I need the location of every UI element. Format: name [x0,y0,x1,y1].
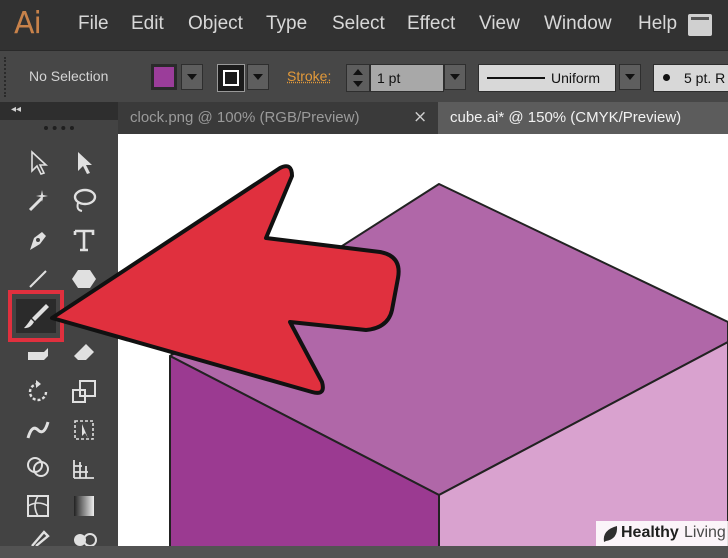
artboard-canvas[interactable] [118,134,728,546]
paintbrush-tool[interactable] [16,299,56,333]
stroke-profile-dropdown[interactable] [619,64,641,90]
chevron-down-icon [253,74,263,80]
eyedropper-tool[interactable] [22,526,54,558]
blend-icon [74,533,97,547]
shape-builder-tool[interactable] [22,452,54,484]
blend-tool[interactable] [68,526,100,558]
rotate-tool[interactable] [22,376,54,408]
menu-view[interactable]: View [479,13,520,35]
eraser-icon [74,344,94,360]
pen-nib-icon [30,232,46,250]
brush-definition-field[interactable]: 5 pt. R [653,64,728,92]
brush-definition-label: 5 pt. R [684,70,726,86]
menu-bar: Ai File Edit Object Type Select Effect V… [0,0,728,50]
close-tab-icon[interactable]: × [413,107,427,127]
lasso-icon [73,188,97,212]
stroke-profile-label: Uniform [551,70,601,86]
menu-effect[interactable]: Effect [407,13,455,35]
stepper-arrows-icon [353,69,363,87]
selection-status: No Selection [29,68,109,84]
menu-object[interactable]: Object [188,13,243,35]
stroke-weight-dropdown[interactable] [444,64,466,90]
gradient-icon [74,496,94,516]
stroke-weight-value: 1 pt [377,70,401,86]
control-bar: No Selection Stroke: 1 pt Uniform 5 pt. … [0,50,728,104]
scale-icon [72,380,96,403]
selection-tool[interactable] [22,146,54,178]
fill-dropdown[interactable] [181,64,203,90]
collapse-panel-icon[interactable]: ◂◂ [11,104,21,115]
stroke-dropdown[interactable] [247,64,269,90]
gradient-tool[interactable] [68,490,100,522]
brush-dot-icon [663,74,670,81]
window-icon[interactable] [688,14,712,36]
cube-artwork[interactable] [118,134,728,546]
paintbrush-icon [24,304,49,329]
arrow-pointer-icon [31,150,49,175]
stroke-label[interactable]: Stroke: [287,68,331,84]
blob-brush-tool[interactable] [22,336,54,368]
type-t-icon [73,229,95,252]
shape-builder-icon [27,457,49,477]
eraser-tool[interactable] [68,336,100,368]
tools-panel: ◂◂ [0,102,118,547]
stroke-swatch-ring [223,70,239,86]
control-bar-grip [4,57,10,97]
tab-label: clock.png @ 100% (RGB/Preview) [130,109,360,126]
perspective-grid-icon [73,460,94,479]
direct-select-arrow-icon [78,152,92,174]
lasso-tool[interactable] [68,184,100,216]
warp-icon [26,421,50,439]
stroke-weight-stepper[interactable] [346,64,370,92]
chevron-down-icon [187,74,197,80]
magic-wand-icon [28,190,48,212]
watermark-bold: Healthy [621,524,679,541]
mesh-icon [27,495,49,517]
direct-selection-tool[interactable] [68,146,100,178]
perspective-grid-tool[interactable] [68,452,100,484]
menu-help[interactable]: Help [638,13,677,35]
pen-tool[interactable] [22,224,54,256]
stroke-profile-line [487,77,545,79]
fill-swatch[interactable] [151,64,177,90]
tab-cube-ai[interactable]: cube.ai* @ 150% (CMYK/Preview) [438,102,728,134]
app-logo: Ai [14,6,42,41]
watermark-light: Living [684,524,726,541]
magic-wand-tool[interactable] [22,184,54,216]
tab-clock-png[interactable]: clock.png @ 100% (RGB/Preview) × [118,102,436,134]
stroke-profile-field[interactable]: Uniform [478,64,616,92]
menu-window[interactable]: Window [544,13,612,35]
leaf-icon [603,526,618,542]
menu-type[interactable]: Type [266,13,307,35]
stroke-weight-field[interactable]: 1 pt [370,64,444,92]
menu-edit[interactable]: Edit [131,13,164,35]
scale-tool[interactable] [68,376,100,408]
document-tab-bar: clock.png @ 100% (RGB/Preview) × cube.ai… [118,102,728,134]
chevron-down-icon [625,74,635,80]
hexagon-icon [72,270,96,288]
watermark: Healthy Living [596,521,728,546]
tab-label: cube.ai* @ 150% (CMYK/Preview) [450,109,682,126]
mesh-tool[interactable] [22,490,54,522]
shape-tool[interactable] [68,262,100,294]
stroke-swatch[interactable] [217,64,245,92]
free-transform-tool[interactable] [68,414,100,446]
chevron-down-icon [450,74,460,80]
type-tool[interactable] [68,224,100,256]
tools-panel-grip [44,126,74,134]
tools-panel-header: ◂◂ [0,102,118,120]
blob-brush-icon [28,348,48,360]
free-transform-icon [74,420,94,440]
fill-color [154,67,174,87]
rotate-icon [28,380,48,402]
warp-tool[interactable] [22,414,54,446]
menu-select[interactable]: Select [332,13,385,35]
menu-file[interactable]: File [78,13,109,35]
eyedropper-icon [31,530,50,547]
